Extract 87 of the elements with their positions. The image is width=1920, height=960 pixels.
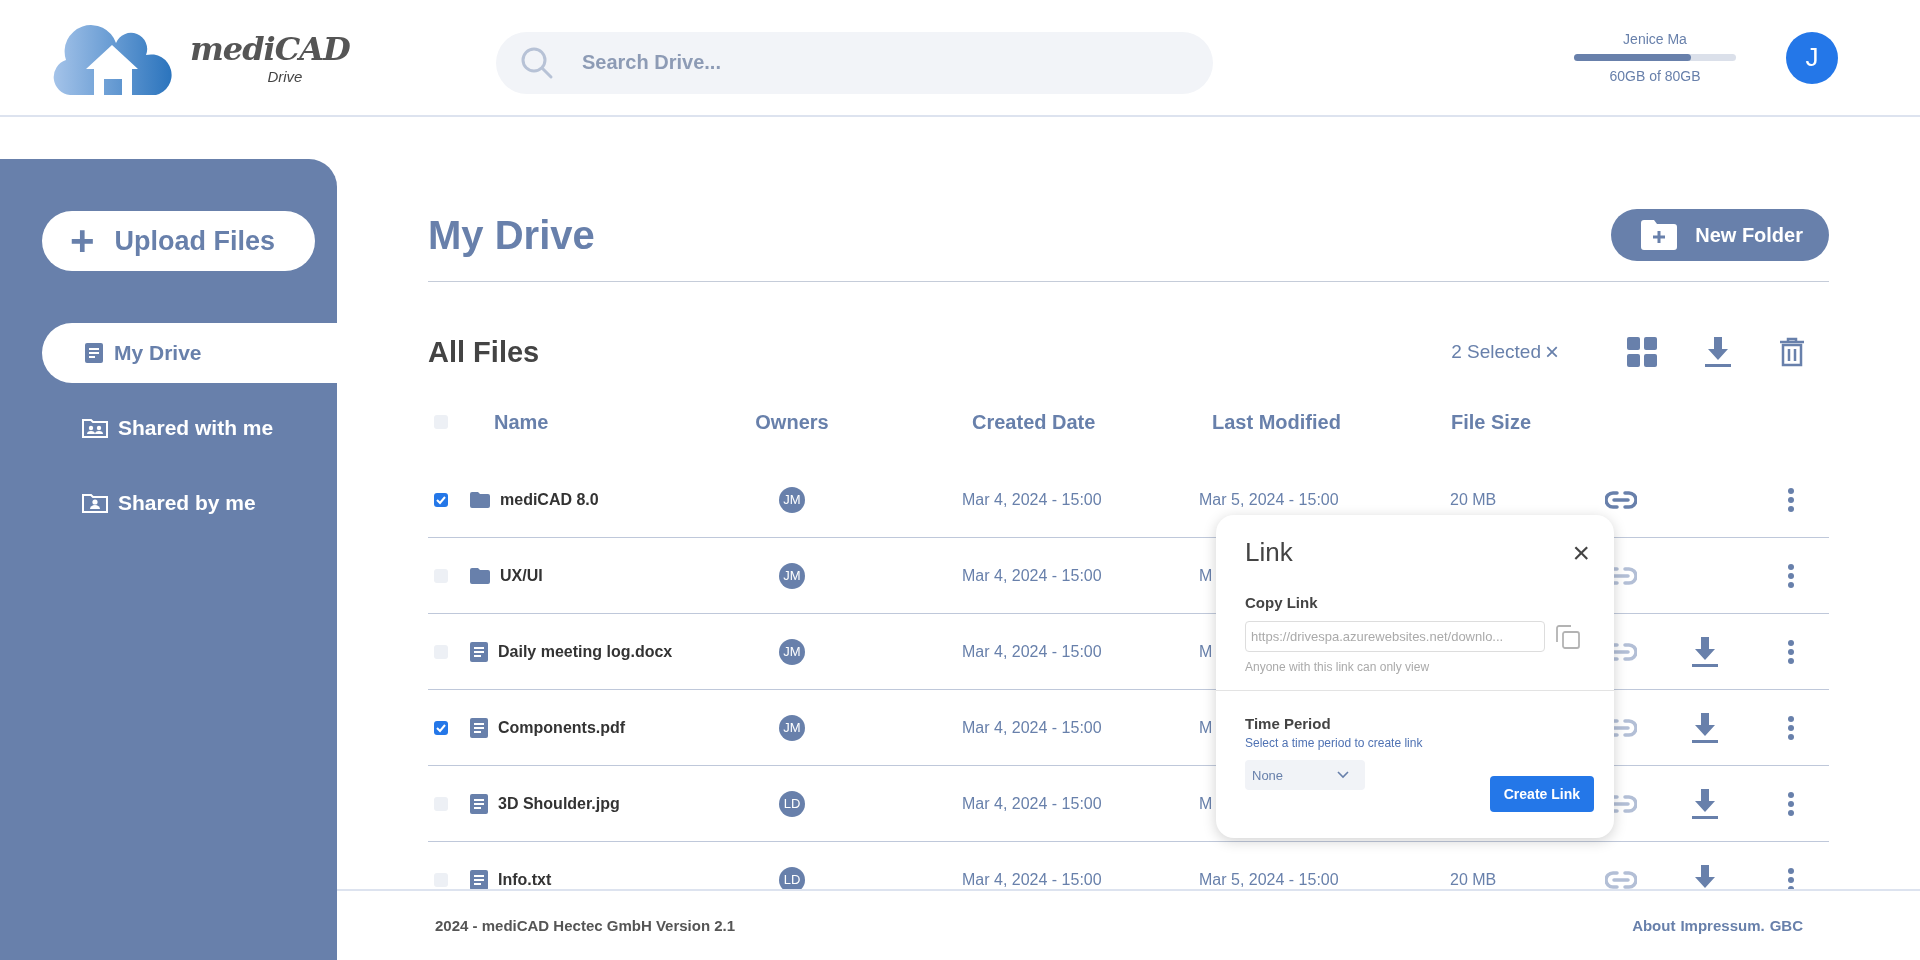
search-icon [520,45,554,80]
created-date: Mar 4, 2024 - 15:00 [961,642,1103,661]
owner-avatar: LD [779,790,805,817]
download-icon[interactable] [1692,788,1718,819]
column-header[interactable]: File Size [1367,410,1537,434]
time-period-label: Time Period [1245,715,1332,732]
column-header[interactable]: Owners [697,410,887,434]
dialog-title: Link [1245,537,1293,568]
logo-subtitle: Drive [267,68,303,85]
create-link-button[interactable]: Create Link [1489,776,1594,812]
folder-icon [470,567,490,584]
modified-date: M [1199,718,1213,736]
time-period-dropdown[interactable]: None [1245,760,1365,790]
created-date: Mar 4, 2024 - 15:00 [961,566,1103,585]
document-icon [84,342,104,364]
user-avatar[interactable]: J [1786,31,1838,84]
file-name[interactable]: Components.pdf [498,718,626,737]
shared-folder-icon [82,418,108,438]
link-icon[interactable] [1605,490,1637,509]
shared-folder-icon [82,493,108,513]
sidebar-item[interactable]: Shared by me [42,473,337,533]
document-icon [470,641,488,662]
link-url-field[interactable]: https://drivespa.azurewebsites.net/downlo... [1245,621,1545,652]
file-name[interactable]: mediCAD 8.0 [500,490,599,509]
created-date: Mar 4, 2024 - 15:00 [961,490,1103,509]
copyright-text: 2024 - mediCAD Hectec GmbH Version 2.1 [435,917,736,934]
sidebar-item[interactable]: Shared with me [42,398,337,458]
document-icon [470,793,488,814]
upload-files-button[interactable]: + Upload Files [42,211,315,271]
close-button[interactable]: × [1572,537,1590,568]
link-hint: Anyone with this link can only view [1245,660,1431,674]
file-size: 20 MB [1450,870,1497,888]
more-options-icon[interactable] [1788,487,1794,512]
row-checkbox[interactable] [434,492,448,507]
folder-plus-icon [1641,220,1678,250]
modified-date: M [1199,794,1213,812]
caret-icon [1337,771,1349,779]
grid-view-icon[interactable] [1627,337,1657,367]
download-icon[interactable] [1692,636,1718,667]
search-field[interactable]: Search Drive... [496,31,1213,94]
file-name[interactable]: UX/UI [500,566,543,585]
download-icon[interactable] [1692,712,1718,743]
owner-avatar: JM [779,714,805,741]
owner-avatar: JM [779,486,805,513]
user-name: Jenice Ma [1623,31,1687,47]
file-name[interactable]: Info.txt [498,870,552,889]
selection-count: 2 Selected [1451,341,1541,363]
more-options-icon[interactable] [1788,867,1794,889]
download-icon[interactable] [1705,337,1731,367]
page-title: My Drive [428,212,595,258]
more-options-icon[interactable] [1788,715,1794,740]
modified-date: M [1199,566,1213,584]
footer-link[interactable]: GBC [1769,917,1803,934]
time-period-hint: Select a time period to create link [1245,736,1424,750]
folder-icon [470,491,490,508]
copy-icon[interactable] [1555,623,1581,650]
storage-text: 60GB of 80GB [1609,68,1701,84]
row-checkbox[interactable] [434,720,448,735]
modified-date: Mar 5, 2024 - 15:00 [1199,870,1339,888]
more-options-icon[interactable] [1788,639,1794,664]
file-name[interactable]: 3D Shoulder.jpg [498,794,620,813]
more-options-icon[interactable] [1788,791,1794,816]
column-header[interactable]: Last Modified [1127,410,1367,434]
clear-selection-button[interactable]: × [1541,338,1563,366]
created-date: Mar 4, 2024 - 15:00 [961,870,1103,889]
more-options-icon[interactable] [1788,563,1794,588]
file-name[interactable]: Daily meeting log.docx [498,642,673,661]
column-header[interactable]: Name [466,410,697,434]
trash-icon[interactable] [1779,337,1805,367]
download-icon[interactable] [1692,864,1718,889]
logo-name: mediCAD [190,30,350,68]
owner-avatar: LD [779,866,805,889]
file-size: 20 MB [1450,490,1497,508]
footer-link[interactable]: Impressum. [1680,917,1765,934]
footer-link[interactable]: About [1632,917,1676,934]
created-date: Mar 4, 2024 - 15:00 [961,718,1103,737]
modified-date: M [1199,642,1213,660]
modified-date: Mar 5, 2024 - 15:00 [1199,490,1339,508]
owner-avatar: JM [779,638,805,665]
new-folder-button[interactable]: New Folder [1611,209,1829,261]
document-icon [470,717,488,738]
sidebar-item[interactable]: My Drive [42,323,337,383]
copy-link-label: Copy Link [1245,594,1319,611]
owner-avatar: JM [779,562,805,589]
column-header[interactable]: Created Date [887,410,1127,434]
created-date: Mar 4, 2024 - 15:00 [961,794,1103,813]
section-title: All Files [428,335,541,369]
